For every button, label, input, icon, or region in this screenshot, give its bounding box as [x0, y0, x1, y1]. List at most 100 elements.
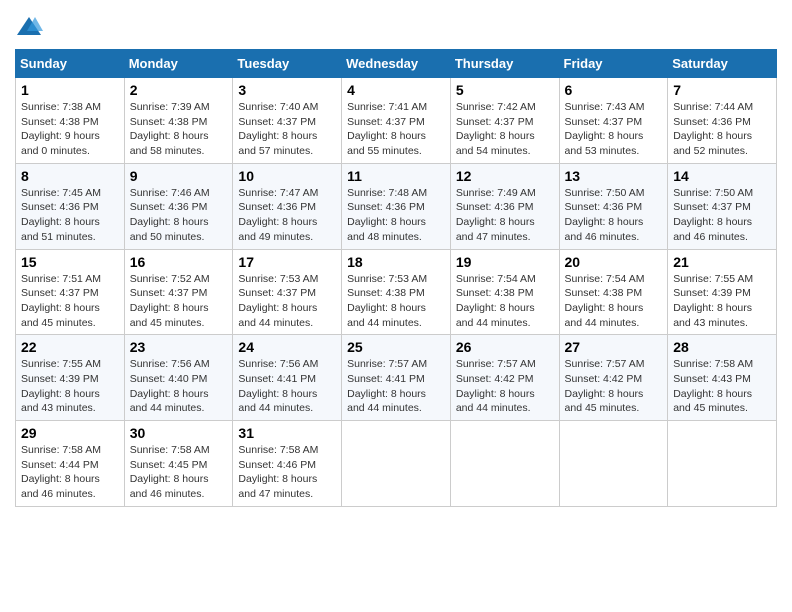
day-number: 17	[238, 254, 336, 270]
day-info: Sunrise: 7:42 AMSunset: 4:37 PMDaylight:…	[456, 100, 554, 159]
day-info: Sunrise: 7:43 AMSunset: 4:37 PMDaylight:…	[565, 100, 663, 159]
calendar-day-cell: 3 Sunrise: 7:40 AMSunset: 4:37 PMDaylight…	[233, 78, 342, 164]
calendar-day-cell: 22 Sunrise: 7:55 AMSunset: 4:39 PMDayligh…	[16, 335, 125, 421]
calendar-day-cell: 30 Sunrise: 7:58 AMSunset: 4:45 PMDayligh…	[124, 421, 233, 507]
weekday-header: Friday	[559, 50, 668, 78]
day-info: Sunrise: 7:45 AMSunset: 4:36 PMDaylight:…	[21, 186, 119, 245]
weekday-header: Thursday	[450, 50, 559, 78]
empty-cell	[668, 421, 777, 507]
calendar-day-cell: 25 Sunrise: 7:57 AMSunset: 4:41 PMDayligh…	[342, 335, 451, 421]
day-number: 20	[565, 254, 663, 270]
day-info: Sunrise: 7:58 AMSunset: 4:44 PMDaylight:…	[21, 443, 119, 502]
day-number: 18	[347, 254, 445, 270]
day-info: Sunrise: 7:54 AMSunset: 4:38 PMDaylight:…	[565, 272, 663, 331]
calendar-day-cell: 19 Sunrise: 7:54 AMSunset: 4:38 PMDayligh…	[450, 249, 559, 335]
day-info: Sunrise: 7:40 AMSunset: 4:37 PMDaylight:…	[238, 100, 336, 159]
day-info: Sunrise: 7:55 AMSunset: 4:39 PMDaylight:…	[21, 357, 119, 416]
page-header	[15, 15, 777, 39]
weekday-header: Saturday	[668, 50, 777, 78]
logo-icon	[15, 15, 43, 39]
day-number: 12	[456, 168, 554, 184]
day-info: Sunrise: 7:57 AMSunset: 4:41 PMDaylight:…	[347, 357, 445, 416]
day-number: 11	[347, 168, 445, 184]
day-number: 2	[130, 82, 228, 98]
calendar-day-cell: 21 Sunrise: 7:55 AMSunset: 4:39 PMDayligh…	[668, 249, 777, 335]
weekday-header: Monday	[124, 50, 233, 78]
day-number: 25	[347, 339, 445, 355]
day-number: 14	[673, 168, 771, 184]
calendar-day-cell: 16 Sunrise: 7:52 AMSunset: 4:37 PMDayligh…	[124, 249, 233, 335]
day-number: 10	[238, 168, 336, 184]
calendar-day-cell: 4Sunrise: 7:41 AMSunset: 4:37 PMDaylight…	[342, 78, 451, 164]
empty-cell	[559, 421, 668, 507]
day-number: 23	[130, 339, 228, 355]
day-number: 30	[130, 425, 228, 441]
calendar-day-cell: 18 Sunrise: 7:53 AMSunset: 4:38 PMDayligh…	[342, 249, 451, 335]
day-info: Sunrise: 7:53 AMSunset: 4:38 PMDaylight:…	[347, 272, 445, 331]
day-info: Sunrise: 7:44 AMSunset: 4:36 PMDaylight:…	[673, 100, 771, 159]
day-number: 26	[456, 339, 554, 355]
calendar-day-cell: 23 Sunrise: 7:56 AMSunset: 4:40 PMDayligh…	[124, 335, 233, 421]
calendar-day-cell: 31 Sunrise: 7:58 AMSunset: 4:46 PMDayligh…	[233, 421, 342, 507]
calendar-day-cell: 27 Sunrise: 7:57 AMSunset: 4:42 PMDayligh…	[559, 335, 668, 421]
day-number: 22	[21, 339, 119, 355]
day-info: Sunrise: 7:58 AMSunset: 4:45 PMDaylight:…	[130, 443, 228, 502]
day-info: Sunrise: 7:58 AMSunset: 4:46 PMDaylight:…	[238, 443, 336, 502]
day-info: Sunrise: 7:46 AMSunset: 4:36 PMDaylight:…	[130, 186, 228, 245]
day-info: Sunrise: 7:51 AMSunset: 4:37 PMDaylight:…	[21, 272, 119, 331]
day-info: Sunrise: 7:50 AMSunset: 4:37 PMDaylight:…	[673, 186, 771, 245]
day-number: 19	[456, 254, 554, 270]
calendar-day-cell: 8 Sunrise: 7:45 AMSunset: 4:36 PMDaylight…	[16, 163, 125, 249]
calendar-day-cell: 7 Sunrise: 7:44 AMSunset: 4:36 PMDaylight…	[668, 78, 777, 164]
calendar-table: SundayMondayTuesdayWednesdayThursdayFrid…	[15, 49, 777, 507]
day-number: 4	[347, 82, 445, 98]
calendar-day-cell: 15 Sunrise: 7:51 AMSunset: 4:37 PMDayligh…	[16, 249, 125, 335]
calendar-day-cell: 9 Sunrise: 7:46 AMSunset: 4:36 PMDaylight…	[124, 163, 233, 249]
day-number: 8	[21, 168, 119, 184]
calendar-day-cell: 5 Sunrise: 7:42 AMSunset: 4:37 PMDaylight…	[450, 78, 559, 164]
day-info: Sunrise: 7:39 AMSunset: 4:38 PMDaylight:…	[130, 100, 228, 159]
logo	[15, 15, 47, 39]
day-number: 7	[673, 82, 771, 98]
day-number: 28	[673, 339, 771, 355]
calendar-day-cell: 11 Sunrise: 7:48 AMSunset: 4:36 PMDayligh…	[342, 163, 451, 249]
day-number: 29	[21, 425, 119, 441]
calendar-day-cell: 20 Sunrise: 7:54 AMSunset: 4:38 PMDayligh…	[559, 249, 668, 335]
calendar-day-cell: 1Sunrise: 7:38 AMSunset: 4:38 PMDaylight…	[16, 78, 125, 164]
day-number: 9	[130, 168, 228, 184]
day-number: 21	[673, 254, 771, 270]
day-info: Sunrise: 7:57 AMSunset: 4:42 PMDaylight:…	[565, 357, 663, 416]
day-number: 16	[130, 254, 228, 270]
day-info: Sunrise: 7:49 AMSunset: 4:36 PMDaylight:…	[456, 186, 554, 245]
day-info: Sunrise: 7:47 AMSunset: 4:36 PMDaylight:…	[238, 186, 336, 245]
day-info: Sunrise: 7:48 AMSunset: 4:36 PMDaylight:…	[347, 186, 445, 245]
day-number: 13	[565, 168, 663, 184]
weekday-header: Wednesday	[342, 50, 451, 78]
day-info: Sunrise: 7:57 AMSunset: 4:42 PMDaylight:…	[456, 357, 554, 416]
day-info: Sunrise: 7:56 AMSunset: 4:41 PMDaylight:…	[238, 357, 336, 416]
empty-cell	[342, 421, 451, 507]
day-number: 15	[21, 254, 119, 270]
weekday-header: Tuesday	[233, 50, 342, 78]
day-info: Sunrise: 7:54 AMSunset: 4:38 PMDaylight:…	[456, 272, 554, 331]
day-number: 1	[21, 82, 119, 98]
calendar-day-cell: 2 Sunrise: 7:39 AMSunset: 4:38 PMDaylight…	[124, 78, 233, 164]
calendar-day-cell: 28 Sunrise: 7:58 AMSunset: 4:43 PMDayligh…	[668, 335, 777, 421]
day-number: 3	[238, 82, 336, 98]
calendar-day-cell: 14 Sunrise: 7:50 AMSunset: 4:37 PMDayligh…	[668, 163, 777, 249]
day-info: Sunrise: 7:53 AMSunset: 4:37 PMDaylight:…	[238, 272, 336, 331]
day-number: 27	[565, 339, 663, 355]
day-info: Sunrise: 7:58 AMSunset: 4:43 PMDaylight:…	[673, 357, 771, 416]
day-info: Sunrise: 7:52 AMSunset: 4:37 PMDaylight:…	[130, 272, 228, 331]
day-number: 5	[456, 82, 554, 98]
calendar-day-cell: 17 Sunrise: 7:53 AMSunset: 4:37 PMDayligh…	[233, 249, 342, 335]
calendar-day-cell: 29 Sunrise: 7:58 AMSunset: 4:44 PMDayligh…	[16, 421, 125, 507]
day-info: Sunrise: 7:56 AMSunset: 4:40 PMDaylight:…	[130, 357, 228, 416]
day-number: 24	[238, 339, 336, 355]
calendar-day-cell: 13Sunrise: 7:50 AMSunset: 4:36 PMDayligh…	[559, 163, 668, 249]
calendar-day-cell: 12 Sunrise: 7:49 AMSunset: 4:36 PMDayligh…	[450, 163, 559, 249]
day-info: Sunrise: 7:55 AMSunset: 4:39 PMDaylight:…	[673, 272, 771, 331]
day-number: 6	[565, 82, 663, 98]
day-number: 31	[238, 425, 336, 441]
weekday-header: Sunday	[16, 50, 125, 78]
